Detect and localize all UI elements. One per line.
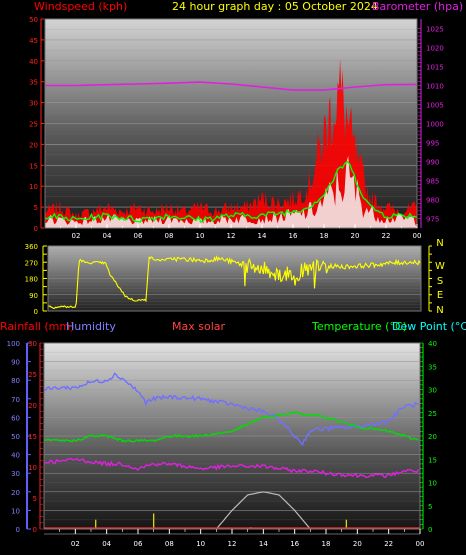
humidity-tick-label: 0 <box>16 526 20 534</box>
dir-tick-label: 180 <box>25 276 38 284</box>
y-tick-label: 30 <box>29 100 38 108</box>
x-tick-label: 20 <box>353 540 362 548</box>
rainfall-tick-label: 25 <box>28 371 37 379</box>
rainfall-tick-label: 30 <box>28 340 37 348</box>
rainfall-tick-label: 20 <box>28 402 37 410</box>
compass-label: E <box>437 290 443 301</box>
windspeed-label: Windspeed (kph) <box>34 0 127 13</box>
temperature-tick-label: 25 <box>428 410 437 418</box>
y-tick-label: 25 <box>29 121 38 129</box>
y2-tick-label: 1015 <box>426 64 444 72</box>
x-tick-label: 12 <box>228 540 237 548</box>
barometer-label: Barometer (hpa) <box>372 0 463 13</box>
x-tick-label: 02 <box>71 540 80 548</box>
x-tick-label: 14 <box>258 232 267 240</box>
x-tick-label: 22 <box>384 540 393 548</box>
y-tick-label: 10 <box>29 183 38 191</box>
x-tick-label: 04 <box>103 232 112 240</box>
y2-tick-label: 995 <box>426 140 439 148</box>
x-tick-label: 16 <box>289 232 298 240</box>
dir-tick-label: 360 <box>25 243 38 251</box>
temperature-tick-label: 20 <box>428 433 437 441</box>
temperature-tick-label: 30 <box>428 387 437 395</box>
y-tick-label: 15 <box>29 162 38 170</box>
y-tick-label: 35 <box>29 79 38 87</box>
x-tick-label: 00 <box>416 540 425 548</box>
x-tick-label: 02 <box>72 232 81 240</box>
humidity-tick-label: 40 <box>11 452 20 460</box>
humidity-tick-label: 20 <box>11 489 20 497</box>
humidity-tick-label: 70 <box>11 396 20 404</box>
max-solar-label: Max solar <box>172 320 225 333</box>
x-tick-label: 10 <box>196 540 205 548</box>
compass-label: N <box>436 305 443 316</box>
temperature-tick-label: 40 <box>428 340 437 348</box>
y-tick-label: 40 <box>29 58 38 66</box>
y-tick-label: 50 <box>29 16 38 24</box>
x-tick-label: 08 <box>165 232 174 240</box>
x-tick-label: 20 <box>351 232 360 240</box>
rainfall-tick-label: 0 <box>33 526 37 534</box>
temperature-tick-label: 5 <box>428 503 432 511</box>
x-tick-label: 06 <box>134 232 143 240</box>
y2-tick-label: 1005 <box>426 102 444 110</box>
dew-point-label: Dew Point (°C) <box>392 320 466 333</box>
x-tick-label: 18 <box>320 232 329 240</box>
dir-tick-label: 270 <box>25 259 38 267</box>
rainfall-label: Rainfall (mm) <box>0 320 74 333</box>
compass-label: N <box>436 238 443 249</box>
humidity-tick-label: 30 <box>11 470 20 478</box>
y2-tick-label: 1010 <box>426 83 444 91</box>
x-tick-label: 00 <box>413 232 422 240</box>
temperature-tick-label: 35 <box>428 363 437 371</box>
humidity-tick-label: 10 <box>11 507 20 515</box>
dir-tick-label: 90 <box>29 292 38 300</box>
humidity-label: Humidity <box>66 320 116 333</box>
y2-tick-label: 975 <box>426 216 439 224</box>
x-tick-label: 10 <box>196 232 205 240</box>
humidity-tick-label: 100 <box>7 340 20 348</box>
humidity-tick-label: 90 <box>11 359 20 367</box>
temperature-tick-label: 15 <box>428 456 437 464</box>
humidity-tick-label: 80 <box>11 377 20 385</box>
humidity-tick-label: 60 <box>11 414 20 422</box>
page-title: 24 hour graph day : 05 October 2024 <box>172 0 378 13</box>
y-tick-label: 20 <box>29 141 38 149</box>
y-tick-label: 5 <box>34 204 38 212</box>
x-tick-label: 12 <box>227 232 236 240</box>
x-tick-label: 04 <box>102 540 111 548</box>
weather-graph: Windspeed (kph) 24 hour graph day : 05 O… <box>0 0 466 548</box>
y2-tick-label: 1025 <box>426 26 444 34</box>
y2-tick-label: 980 <box>426 197 439 205</box>
x-tick-label: 14 <box>259 540 268 548</box>
x-tick-label: 22 <box>382 232 391 240</box>
dir-tick-label: 0 <box>34 308 38 316</box>
rainfall-tick-label: 10 <box>28 464 37 472</box>
temperature-tick-label: 10 <box>428 480 437 488</box>
rainfall-tick-label: 5 <box>33 495 37 503</box>
compass-label: W <box>435 261 445 272</box>
y2-tick-label: 1000 <box>426 121 444 129</box>
compass-label: S <box>437 276 443 287</box>
y-tick-label: 45 <box>29 37 38 45</box>
humidity-tick-label: 50 <box>11 433 20 441</box>
x-tick-label: 18 <box>322 540 331 548</box>
y2-tick-label: 990 <box>426 159 439 167</box>
x-tick-label: 16 <box>290 540 299 548</box>
y-tick-label: 0 <box>34 225 38 233</box>
x-tick-label: 08 <box>165 540 174 548</box>
y2-tick-label: 1020 <box>426 45 444 53</box>
y2-tick-label: 985 <box>426 178 439 186</box>
rainfall-tick-label: 15 <box>28 433 37 441</box>
x-tick-label: 06 <box>134 540 143 548</box>
temperature-tick-label: 0 <box>428 526 432 534</box>
